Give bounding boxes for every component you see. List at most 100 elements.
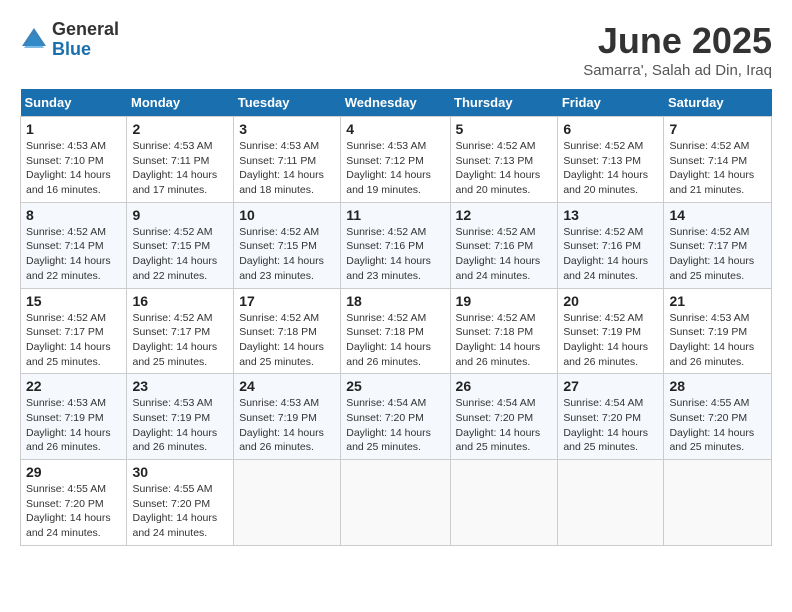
day-number: 10 bbox=[239, 207, 335, 223]
day-cell-13: 13 Sunrise: 4:52 AM Sunset: 7:16 PM Dayli… bbox=[558, 202, 664, 288]
location-subtitle: Samarra', Salah ad Din, Iraq bbox=[583, 62, 772, 79]
day-info: Sunrise: 4:52 AM Sunset: 7:16 PM Dayligh… bbox=[346, 225, 444, 284]
day-number: 1 bbox=[26, 121, 121, 137]
day-cell-21: 21Sunrise: 4:53 AM Sunset: 7:19 PM Dayli… bbox=[664, 288, 772, 374]
header-tuesday: Tuesday bbox=[234, 89, 341, 117]
empty-cell bbox=[234, 460, 341, 546]
header-friday: Friday bbox=[558, 89, 664, 117]
day-number: 17 bbox=[239, 293, 335, 309]
day-number: 23 bbox=[132, 378, 228, 394]
day-info: Sunrise: 4:54 AM Sunset: 7:20 PM Dayligh… bbox=[563, 396, 658, 455]
day-cell-28: 28Sunrise: 4:55 AM Sunset: 7:20 PM Dayli… bbox=[664, 374, 772, 460]
day-number: 12 bbox=[456, 207, 553, 223]
day-info: Sunrise: 4:55 AM Sunset: 7:20 PM Dayligh… bbox=[132, 482, 228, 541]
day-number: 3 bbox=[239, 121, 335, 137]
day-info: Sunrise: 4:52 AM Sunset: 7:19 PM Dayligh… bbox=[563, 311, 658, 370]
day-cell-9: 9 Sunrise: 4:52 AM Sunset: 7:15 PM Daylig… bbox=[127, 202, 234, 288]
day-info: Sunrise: 4:53 AM Sunset: 7:12 PM Dayligh… bbox=[346, 139, 444, 198]
day-info: Sunrise: 4:52 AM Sunset: 7:13 PM Dayligh… bbox=[456, 139, 553, 198]
day-info: Sunrise: 4:53 AM Sunset: 7:19 PM Dayligh… bbox=[239, 396, 335, 455]
title-area: June 2025 Samarra', Salah ad Din, Iraq bbox=[583, 20, 772, 79]
day-info: Sunrise: 4:52 AM Sunset: 7:14 PM Dayligh… bbox=[669, 139, 766, 198]
day-info: Sunrise: 4:54 AM Sunset: 7:20 PM Dayligh… bbox=[456, 396, 553, 455]
day-info: Sunrise: 4:52 AM Sunset: 7:18 PM Dayligh… bbox=[456, 311, 553, 370]
day-cell-6: 6Sunrise: 4:52 AM Sunset: 7:13 PM Daylig… bbox=[558, 117, 664, 203]
day-number: 13 bbox=[563, 207, 658, 223]
day-info: Sunrise: 4:53 AM Sunset: 7:11 PM Dayligh… bbox=[239, 139, 335, 198]
day-info: Sunrise: 4:53 AM Sunset: 7:19 PM Dayligh… bbox=[26, 396, 121, 455]
day-info: Sunrise: 4:52 AM Sunset: 7:18 PM Dayligh… bbox=[239, 311, 335, 370]
day-number: 15 bbox=[26, 293, 121, 309]
calendar-week-3: 15 Sunrise: 4:52 AM Sunset: 7:17 PM Dayli… bbox=[21, 288, 772, 374]
calendar-header-row: SundayMondayTuesdayWednesdayThursdayFrid… bbox=[21, 89, 772, 117]
day-info: Sunrise: 4:55 AM Sunset: 7:20 PM Dayligh… bbox=[26, 482, 121, 541]
day-cell-8: 8 Sunrise: 4:52 AM Sunset: 7:14 PM Daylig… bbox=[21, 202, 127, 288]
calendar-table: SundayMondayTuesdayWednesdayThursdayFrid… bbox=[20, 89, 772, 546]
day-number: 26 bbox=[456, 378, 553, 394]
logo-text: General Blue bbox=[52, 20, 119, 60]
day-info: Sunrise: 4:52 AM Sunset: 7:15 PM Dayligh… bbox=[132, 225, 228, 284]
day-info: Sunrise: 4:52 AM Sunset: 7:17 PM Dayligh… bbox=[669, 225, 766, 284]
day-info: Sunrise: 4:52 AM Sunset: 7:16 PM Dayligh… bbox=[563, 225, 658, 284]
empty-cell bbox=[558, 460, 664, 546]
day-cell-18: 18 Sunrise: 4:52 AM Sunset: 7:18 PM Dayli… bbox=[341, 288, 450, 374]
day-number: 7 bbox=[669, 121, 766, 137]
day-cell-14: 14 Sunrise: 4:52 AM Sunset: 7:17 PM Dayli… bbox=[664, 202, 772, 288]
header-wednesday: Wednesday bbox=[341, 89, 450, 117]
day-info: Sunrise: 4:52 AM Sunset: 7:13 PM Dayligh… bbox=[563, 139, 658, 198]
day-cell-2: 2Sunrise: 4:53 AM Sunset: 7:11 PM Daylig… bbox=[127, 117, 234, 203]
day-info: Sunrise: 4:52 AM Sunset: 7:14 PM Dayligh… bbox=[26, 225, 121, 284]
logo-blue: Blue bbox=[52, 40, 119, 60]
day-cell-25: 25 Sunrise: 4:54 AM Sunset: 7:20 PM Dayli… bbox=[341, 374, 450, 460]
day-cell-30: 30Sunrise: 4:55 AM Sunset: 7:20 PM Dayli… bbox=[127, 460, 234, 546]
day-cell-5: 5 Sunrise: 4:52 AM Sunset: 7:13 PM Daylig… bbox=[450, 117, 558, 203]
logo-icon bbox=[20, 26, 48, 54]
day-cell-26: 26 Sunrise: 4:54 AM Sunset: 7:20 PM Dayli… bbox=[450, 374, 558, 460]
day-cell-16: 16Sunrise: 4:52 AM Sunset: 7:17 PM Dayli… bbox=[127, 288, 234, 374]
day-cell-19: 19 Sunrise: 4:52 AM Sunset: 7:18 PM Dayli… bbox=[450, 288, 558, 374]
day-info: Sunrise: 4:52 AM Sunset: 7:16 PM Dayligh… bbox=[456, 225, 553, 284]
day-cell-15: 15 Sunrise: 4:52 AM Sunset: 7:17 PM Dayli… bbox=[21, 288, 127, 374]
empty-cell bbox=[341, 460, 450, 546]
day-cell-12: 12 Sunrise: 4:52 AM Sunset: 7:16 PM Dayli… bbox=[450, 202, 558, 288]
day-number: 22 bbox=[26, 378, 121, 394]
day-cell-27: 27Sunrise: 4:54 AM Sunset: 7:20 PM Dayli… bbox=[558, 374, 664, 460]
day-info: Sunrise: 4:52 AM Sunset: 7:18 PM Dayligh… bbox=[346, 311, 444, 370]
day-number: 19 bbox=[456, 293, 553, 309]
calendar-week-2: 8 Sunrise: 4:52 AM Sunset: 7:14 PM Daylig… bbox=[21, 202, 772, 288]
day-cell-22: 22 Sunrise: 4:53 AM Sunset: 7:19 PM Dayli… bbox=[21, 374, 127, 460]
day-info: Sunrise: 4:54 AM Sunset: 7:20 PM Dayligh… bbox=[346, 396, 444, 455]
day-number: 20 bbox=[563, 293, 658, 309]
day-cell-23: 23 Sunrise: 4:53 AM Sunset: 7:19 PM Dayli… bbox=[127, 374, 234, 460]
day-cell-3: 3 Sunrise: 4:53 AM Sunset: 7:11 PM Daylig… bbox=[234, 117, 341, 203]
page-header: General Blue June 2025 Samarra', Salah a… bbox=[20, 20, 772, 79]
day-info: Sunrise: 4:52 AM Sunset: 7:15 PM Dayligh… bbox=[239, 225, 335, 284]
calendar-week-4: 22 Sunrise: 4:53 AM Sunset: 7:19 PM Dayli… bbox=[21, 374, 772, 460]
day-info: Sunrise: 4:52 AM Sunset: 7:17 PM Dayligh… bbox=[26, 311, 121, 370]
empty-cell bbox=[664, 460, 772, 546]
day-number: 11 bbox=[346, 207, 444, 223]
calendar-week-1: 1Sunrise: 4:53 AM Sunset: 7:10 PM Daylig… bbox=[21, 117, 772, 203]
day-number: 25 bbox=[346, 378, 444, 394]
day-number: 2 bbox=[132, 121, 228, 137]
day-number: 9 bbox=[132, 207, 228, 223]
logo-general: General bbox=[52, 20, 119, 40]
day-info: Sunrise: 4:53 AM Sunset: 7:19 PM Dayligh… bbox=[669, 311, 766, 370]
day-cell-29: 29 Sunrise: 4:55 AM Sunset: 7:20 PM Dayli… bbox=[21, 460, 127, 546]
day-number: 18 bbox=[346, 293, 444, 309]
day-cell-20: 20 Sunrise: 4:52 AM Sunset: 7:19 PM Dayli… bbox=[558, 288, 664, 374]
day-info: Sunrise: 4:55 AM Sunset: 7:20 PM Dayligh… bbox=[669, 396, 766, 455]
day-number: 8 bbox=[26, 207, 121, 223]
day-cell-1: 1Sunrise: 4:53 AM Sunset: 7:10 PM Daylig… bbox=[21, 117, 127, 203]
day-cell-17: 17 Sunrise: 4:52 AM Sunset: 7:18 PM Dayli… bbox=[234, 288, 341, 374]
day-info: Sunrise: 4:52 AM Sunset: 7:17 PM Dayligh… bbox=[132, 311, 228, 370]
day-cell-11: 11 Sunrise: 4:52 AM Sunset: 7:16 PM Dayli… bbox=[341, 202, 450, 288]
day-info: Sunrise: 4:53 AM Sunset: 7:19 PM Dayligh… bbox=[132, 396, 228, 455]
header-sunday: Sunday bbox=[21, 89, 127, 117]
calendar-week-5: 29 Sunrise: 4:55 AM Sunset: 7:20 PM Dayli… bbox=[21, 460, 772, 546]
day-number: 14 bbox=[669, 207, 766, 223]
day-number: 29 bbox=[26, 464, 121, 480]
day-cell-7: 7 Sunrise: 4:52 AM Sunset: 7:14 PM Daylig… bbox=[664, 117, 772, 203]
day-number: 5 bbox=[456, 121, 553, 137]
day-cell-4: 4Sunrise: 4:53 AM Sunset: 7:12 PM Daylig… bbox=[341, 117, 450, 203]
